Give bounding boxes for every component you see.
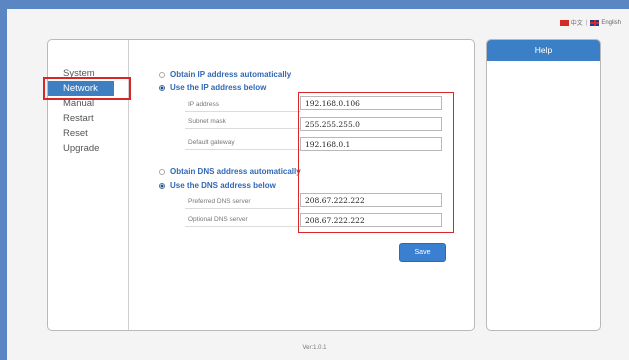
ip-auto-option[interactable]: Obtain IP address automatically: [159, 70, 291, 79]
window-frame-top: [0, 0, 629, 9]
version-text: Ver:1.0.1: [302, 345, 327, 351]
subnet-mask-underline: [185, 128, 301, 129]
preferred-dns-input[interactable]: [300, 193, 442, 207]
china-flag-icon[interactable]: [559, 19, 569, 26]
ip-auto-radio[interactable]: [159, 71, 165, 78]
ip-address-label: IP address: [188, 101, 219, 108]
dns-manual-radio[interactable]: [159, 182, 165, 189]
help-panel: Help: [486, 39, 601, 331]
sidebar-menu: System Network Manual Restart Reset Upgr…: [43, 66, 131, 156]
ip-manual-radio[interactable]: [159, 84, 165, 91]
preferred-dns-underline: [185, 208, 301, 209]
default-gateway-underline: [185, 149, 301, 150]
sidebar-item-reset[interactable]: Reset: [48, 126, 128, 141]
address-fields-highlight-box: [298, 92, 454, 233]
subnet-mask-label: Subnet mask: [188, 118, 226, 125]
preferred-dns-label: Preferred DNS server: [188, 198, 251, 205]
language-chinese-link[interactable]: 中文: [571, 18, 583, 27]
ip-address-underline: [185, 111, 301, 112]
uk-flag-icon[interactable]: [590, 19, 600, 26]
optional-dns-input[interactable]: [300, 213, 442, 227]
language-switcher: 中文 | English: [559, 18, 621, 27]
dns-auto-label: Obtain DNS address automatically: [170, 167, 301, 176]
settings-panel: System Network Manual Restart Reset Upgr…: [43, 39, 475, 331]
default-gateway-label: Default gateway: [188, 139, 235, 146]
network-highlight-box: [43, 77, 131, 100]
optional-dns-label: Optional DNS server: [188, 216, 248, 223]
ip-manual-option[interactable]: Use the IP address below: [159, 83, 266, 92]
language-english-link[interactable]: English: [601, 20, 621, 26]
sidebar-item-upgrade[interactable]: Upgrade: [48, 141, 128, 156]
save-button[interactable]: Save: [399, 243, 446, 262]
language-separator: |: [585, 19, 588, 26]
dns-auto-radio[interactable]: [159, 168, 165, 175]
ip-auto-label: Obtain IP address automatically: [170, 70, 292, 79]
ip-manual-label: Use the IP address below: [170, 83, 267, 92]
window-frame-left: [0, 0, 7, 360]
dns-auto-option[interactable]: Obtain DNS address automatically: [159, 167, 301, 176]
ip-address-input[interactable]: [300, 96, 442, 110]
subnet-mask-input[interactable]: [300, 117, 442, 131]
help-title: Help: [487, 40, 600, 61]
optional-dns-underline: [185, 226, 301, 227]
sidebar-item-restart[interactable]: Restart: [48, 111, 128, 126]
dns-manual-label: Use the DNS address below: [170, 181, 276, 190]
default-gateway-input[interactable]: [300, 137, 442, 151]
dns-manual-option[interactable]: Use the DNS address below: [159, 181, 276, 190]
